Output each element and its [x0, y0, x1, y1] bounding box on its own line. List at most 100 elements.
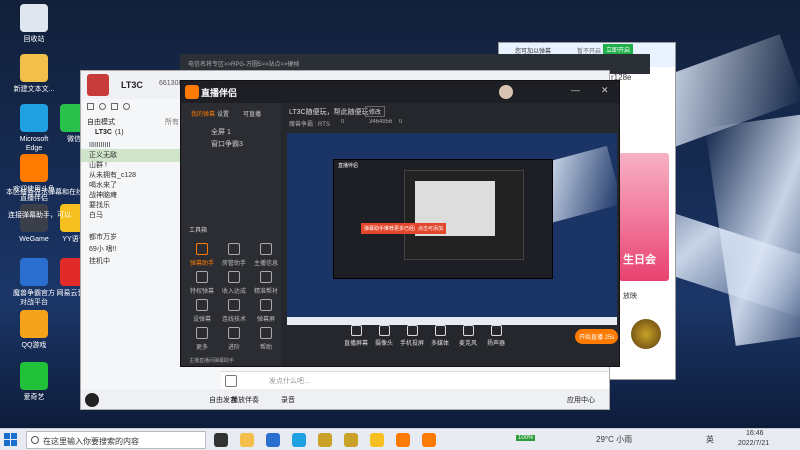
search-box[interactable]: 在这里输入你要搜索的内容 [26, 431, 206, 449]
member-list: IIIIIIIIIII 正义无敌 山群 ! 从未拥有_c128 喝水来了 战神脑瘫 要找乐白… [81, 139, 181, 219]
tool-item[interactable]: 弹幕屏 [251, 299, 281, 323]
avatar[interactable] [87, 74, 109, 96]
file-explorer-icon[interactable] [240, 433, 254, 447]
tool-label: 连线技术 [221, 317, 246, 323]
member-name: 正义无敌 [89, 152, 117, 159]
desktop-icon[interactable]: 回收站 [4, 4, 64, 44]
control-button[interactable]: 麦克风 [453, 325, 483, 347]
channel-count: (1) [115, 129, 124, 136]
desktop-icon[interactable]: QQ游戏 [4, 310, 64, 350]
minimize-icon[interactable]: — [571, 85, 580, 95]
overlay-text: 连接弹幕助手，可以 [8, 212, 71, 219]
tool-label: 设弹幕 [192, 317, 211, 323]
stat-value: 0 [399, 119, 403, 125]
mode-count: 所有 [165, 119, 179, 126]
tool-item[interactable]: 主播信息 [251, 243, 281, 267]
edge-taskbar-icon[interactable] [292, 433, 306, 447]
tool-label: 弹幕屏 [256, 317, 275, 323]
douyu-taskbar-icon[interactable] [396, 433, 410, 447]
tool-item[interactable]: 连线技术 [219, 299, 249, 323]
tool-item[interactable]: 精准帮衬 [251, 271, 281, 295]
mic-icon[interactable] [85, 393, 99, 407]
control-button[interactable]: 手机投屏 [397, 325, 427, 347]
tool-item[interactable]: 房管助手 [219, 243, 249, 267]
chat-input[interactable]: 发点什么吧... [269, 376, 310, 386]
control-button[interactable]: 摄像头 [369, 325, 399, 347]
tool-item[interactable]: 进阶 [219, 327, 249, 351]
member-name: 战神脑瘫 [89, 192, 117, 199]
yy-taskbar-icon[interactable] [370, 433, 384, 447]
store-icon[interactable] [266, 433, 280, 447]
tab-item[interactable]: 可直播 [243, 109, 261, 118]
control-button[interactable]: 直播屏幕 [341, 325, 371, 347]
recycle-bin-icon [20, 4, 48, 32]
desktop-icon-label: 新建文本文... [13, 86, 55, 93]
streamer-window[interactable]: 直播伴侣 — ✕ 工具箱 主播直播间弹幕助手 我的弹幕 设置 可直播 全屏 1 窗口争霸… [180, 80, 620, 367]
control-button[interactable]: 扬声器 [481, 325, 511, 347]
subchannel-item[interactable]: 挂机中 [81, 255, 181, 268]
tool-icon [260, 327, 272, 339]
input-language[interactable]: 英 [706, 434, 714, 445]
tool-item[interactable]: 弹幕助手 [187, 243, 217, 267]
task-view-icon[interactable] [214, 433, 228, 447]
location-icon[interactable] [111, 103, 118, 110]
tool-icon [196, 299, 208, 311]
tool-item[interactable]: 特权弹幕 [187, 271, 217, 295]
control-label: 直播屏幕 [343, 341, 368, 347]
accompany-button[interactable]: 播放伴奏 [231, 395, 259, 405]
source-item[interactable]: 全屏 1 [211, 127, 231, 139]
app-center-button[interactable]: 应用中心 [567, 395, 595, 405]
nested-preview [404, 170, 524, 260]
wallpaper-beam [705, 114, 800, 346]
tool-icon [260, 243, 272, 255]
tool-icon [196, 243, 208, 255]
channel-label[interactable]: LT3C [95, 129, 112, 136]
user-avatar[interactable] [499, 85, 513, 99]
tool-label: 精准帮衬 [253, 289, 278, 295]
control-button[interactable]: 多媒体 [425, 325, 455, 347]
breadcrumb: 电信名将专区>>RPG-万圆5>>站点>>硬帧 [188, 62, 300, 68]
start-stream-button[interactable]: 开始直播 25s [575, 329, 619, 344]
stat-value: 3464956 [369, 119, 393, 125]
warcraft-taskbar-icon[interactable] [318, 433, 332, 447]
warcraft2-taskbar-icon[interactable] [344, 433, 358, 447]
source-item[interactable]: 窗口争霸3 [211, 139, 243, 151]
list-item[interactable]: 白马 [81, 209, 181, 222]
tab-item[interactable]: 设置 [217, 109, 229, 118]
settings-icon[interactable] [123, 103, 130, 110]
clock-time[interactable]: 16:46 [746, 430, 764, 437]
desktop-icon[interactable]: 爱奇艺 [4, 362, 64, 402]
edit-room-button[interactable]: 修改 [365, 106, 386, 117]
douyu-logo-icon [185, 85, 199, 99]
tab-item[interactable]: 我的弹幕 [191, 109, 215, 118]
control-label: 麦克风 [458, 341, 477, 347]
desktop-icon-label: QQ游戏 [21, 342, 47, 349]
tool-item[interactable]: 设弹幕 [187, 299, 217, 323]
desktop-icon[interactable]: 新建文本文... [4, 54, 64, 94]
tool-label: 特权弹幕 [189, 289, 214, 295]
search-input[interactable]: 在这里输入你要搜索的内容 [43, 436, 139, 447]
douyu2-taskbar-icon[interactable] [422, 433, 436, 447]
qq-game-icon [20, 310, 48, 338]
tool-icon [228, 243, 240, 255]
battery-indicator[interactable]: 100% [516, 435, 536, 441]
tool-item[interactable]: 帮助 [251, 327, 281, 351]
tool-item[interactable]: 更多 [187, 327, 217, 351]
control-label: 多媒体 [430, 341, 449, 347]
tool-icon [260, 299, 272, 311]
start-button[interactable] [4, 433, 18, 447]
clock-date[interactable]: 2022/7/21 [738, 440, 769, 447]
home-icon[interactable] [87, 103, 94, 110]
user-icon[interactable] [99, 103, 106, 110]
emoji-icon[interactable] [225, 375, 237, 387]
weather-label[interactable]: 29°C 小雨 [596, 434, 632, 445]
tool-item[interactable]: 收入达成 [219, 271, 249, 295]
close-icon[interactable]: ✕ [601, 85, 609, 96]
record-button[interactable]: 录音 [281, 395, 295, 405]
subchannel-list: 都市万岁 69小 嗜!! 挂机中 [81, 231, 181, 271]
control-label: 摄像头 [374, 341, 393, 347]
tool-label: 主播信息 [253, 261, 278, 267]
tool-icon [228, 271, 240, 283]
control-label: 手机投屏 [399, 341, 424, 347]
streamer-titlebar: 直播伴侣 — ✕ [181, 81, 619, 103]
